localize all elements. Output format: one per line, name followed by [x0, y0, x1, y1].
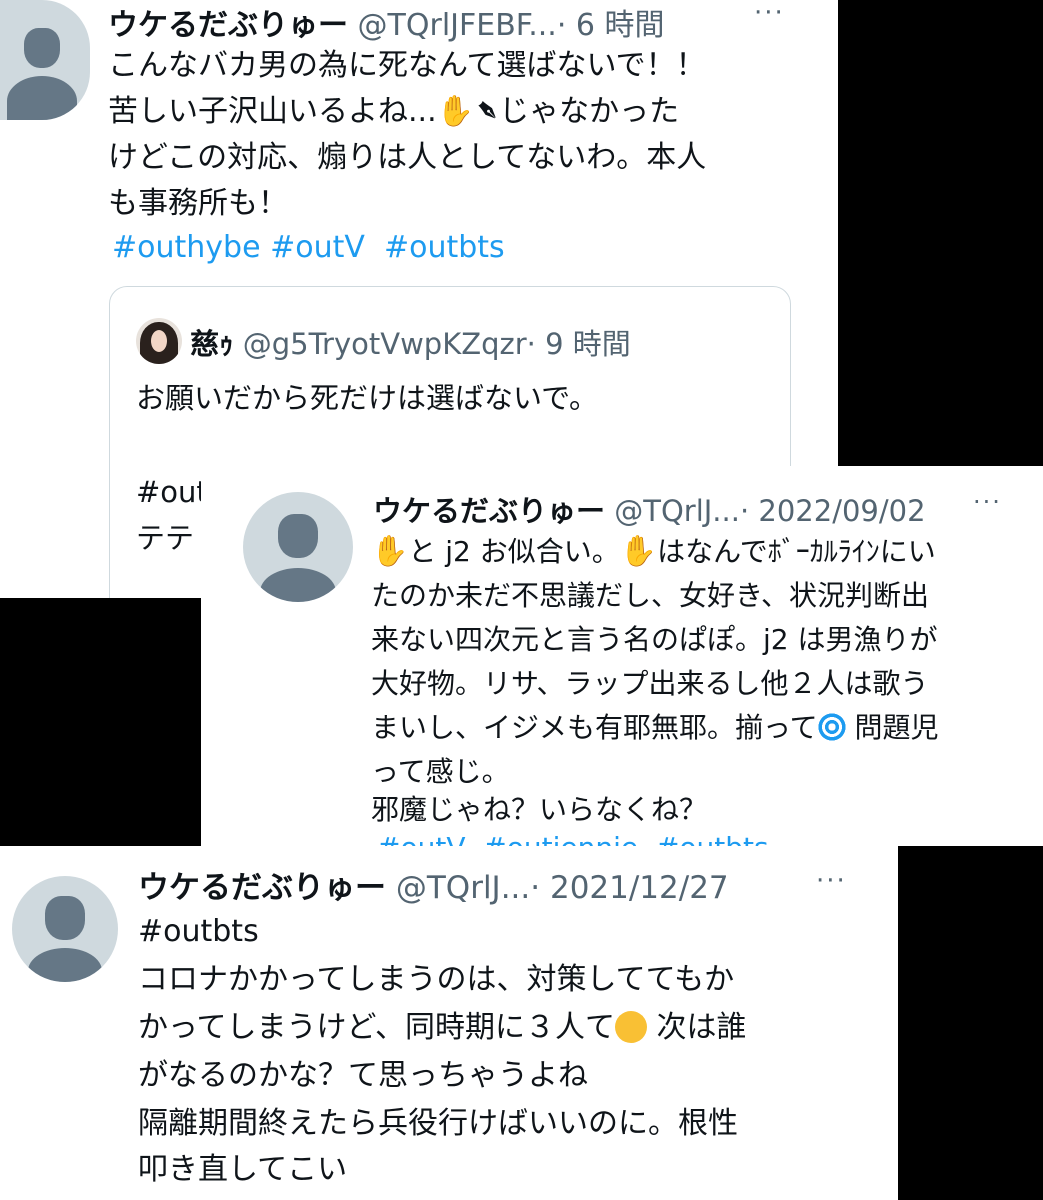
tweet-text-line: 叩き直してこい: [138, 1152, 348, 1187]
more-options-icon[interactable]: ···: [754, 0, 785, 28]
more-options-icon[interactable]: ···: [973, 488, 1002, 516]
tweet-text-line: 来ない四次元と言う名のぱぽ。j2 は男漁りが: [371, 623, 938, 656]
display-name[interactable]: ウケるだぶりゅー: [138, 870, 386, 906]
raised-hand-icon: ✋: [619, 534, 658, 569]
laughing-face-icon: [615, 1011, 647, 1043]
quoted-header: 慈ｩ @g5TryotVwpKZqzr· 9 時間: [190, 321, 631, 363]
tweet-text-line: ✋と j2 お似合い。✋はなんでﾎﾞｰｶﾙﾗｲﾝにい: [371, 530, 936, 574]
tweet-card-3[interactable]: ウケるだぶりゅー @TQrlJ...· 2021/12/27 ··· #outb…: [0, 846, 898, 1200]
raised-hand-icon: ✋: [371, 534, 409, 569]
tweet-text-line: まいし、イジメも有耶無耶。揃って 問題児: [371, 706, 939, 750]
timestamp[interactable]: · 2021/12/27: [530, 870, 728, 906]
redaction-block: [0, 598, 201, 846]
hashtag-line: #outhybe #outV #outbts: [112, 225, 505, 271]
avatar[interactable]: [243, 492, 353, 602]
avatar[interactable]: [12, 876, 118, 982]
tweet-text-line: たのか未だ不思議だし、女好き、状況判断出: [371, 579, 930, 612]
timestamp[interactable]: · 6 時間: [557, 8, 665, 43]
tweet-header: ウケるだぶりゅー @TQrlJ...· 2021/12/27: [138, 862, 729, 907]
user-handle[interactable]: @TQrlJ...: [614, 494, 740, 528]
cyclone-icon: [817, 713, 846, 741]
user-handle[interactable]: @TQrlJ...: [396, 870, 530, 906]
hashtag-text[interactable]: #outbts: [138, 914, 259, 949]
quoted-text-line: テテ: [136, 521, 195, 555]
hashtag-link[interactable]: #outhybe: [112, 230, 261, 265]
hashtag-line: #outV #outjennie #outbts: [377, 826, 769, 846]
timestamp[interactable]: · 2022/09/02: [740, 494, 926, 528]
tweet-text-line: 大好物。リサ、ラップ出来るし他２人は歌う: [371, 667, 929, 700]
quoted-timestamp: · 9 時間: [526, 327, 631, 361]
tweet-text-segment: じゃなかった: [499, 94, 680, 129]
tweet-text-segment: はなんでﾎﾞｰｶﾙﾗｲﾝにい: [657, 535, 936, 568]
display-name[interactable]: ウケるだぶりゅー: [373, 494, 605, 528]
tweet-header: ウケるだぶりゅー @TQrlJFEBF...· 6 時間: [108, 0, 665, 44]
tweet-text-segment: かってしまうけど、同時期に３人て: [138, 1010, 615, 1045]
quoted-display-name: 慈ｩ: [190, 327, 234, 361]
tweet-header: ウケるだぶりゅー @TQrlJ...· 2022/09/02: [373, 488, 926, 530]
tweet-text-segment: まいし、イジメも有耶無耶。揃って: [371, 711, 818, 744]
display-name[interactable]: ウケるだぶりゅー: [108, 8, 348, 43]
quoted-avatar: [136, 318, 182, 364]
tweet-text-segment: 問題児: [854, 711, 939, 744]
tweet-text-segment: 次は誰: [656, 1010, 747, 1045]
tweet-text-line: こんなバカ男の為に死なんて選ばないで！！: [108, 48, 706, 83]
tweet-text-line: かってしまうけど、同時期に３人て 次は誰: [138, 1004, 747, 1052]
tweet-text-segment: と j2 お似合い。: [408, 535, 620, 568]
tweet-card-2[interactable]: ウケるだぶりゅー @TQrlJ...· 2022/09/02 ··· ✋と j2…: [201, 466, 1043, 846]
user-handle[interactable]: @TQrlJFEBF...: [358, 8, 557, 43]
tweet-text-line: けどこの対応、煽りは人としてないわ。本人: [108, 140, 707, 175]
hashtag-link[interactable]: #outV: [270, 230, 365, 265]
tweet-text-line: がなるのかな？て思っちゃうよね: [138, 1058, 588, 1093]
tweet-text-line: コロナかかってしまうのは、対策しててもか: [138, 962, 735, 997]
tweet-text-line: 苦しい子沢山いるよね...✋✒じゃなかった: [108, 89, 679, 135]
hashtag-link[interactable]: #outV: [377, 831, 465, 846]
hashtag-line: #outbts: [138, 908, 259, 956]
hashtag-link[interactable]: #outbts: [656, 831, 769, 846]
tweet-text-segment: 苦しい子沢山いるよね...: [108, 94, 437, 129]
hashtag-link[interactable]: #outjennie: [483, 831, 638, 846]
hashtag-link[interactable]: #outbts: [384, 230, 505, 265]
avatar[interactable]: [0, 0, 90, 120]
quoted-text-line: お願いだから死だけは選ばないで。: [136, 381, 598, 415]
quoted-text-line: #out: [136, 475, 208, 509]
more-options-icon[interactable]: ···: [816, 866, 847, 896]
tweet-text-line: 隔離期間終えたら兵役行けばいいのに。根性: [138, 1106, 738, 1141]
redaction-block: [898, 876, 1043, 1200]
quoted-handle: @g5TryotVwpKZqzr: [242, 327, 527, 361]
tweet-text-line: も事務所も！: [108, 186, 288, 221]
